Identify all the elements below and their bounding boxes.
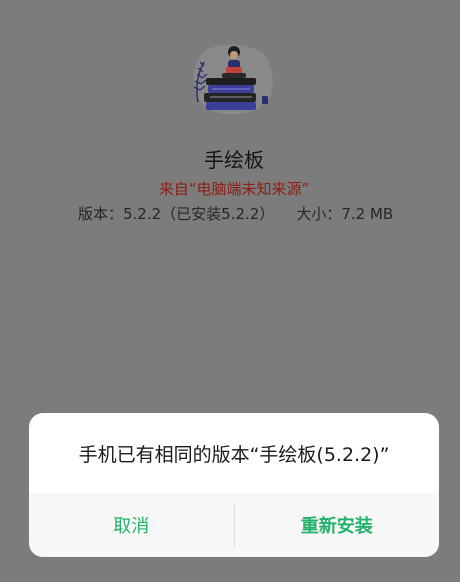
app-name: 手绘板 — [204, 148, 264, 172]
same-version-dialog: 手机已有相同的版本“手绘板(5.2.2)” 取消 重新安装 — [29, 413, 439, 557]
size-text: 大小：7.2 MB — [296, 205, 394, 223]
install-screen: 手绘板 来自“电脑端未知来源” 版本：5.2.2（已安装5.2.2） 大小：7.2… — [0, 0, 460, 582]
cancel-button[interactable]: 取消 — [29, 493, 234, 557]
books-illustration-icon — [193, 44, 273, 115]
version-text: 版本：5.2.2（已安装5.2.2） — [78, 205, 275, 223]
dialog-button-bar: 取消 重新安装 — [29, 493, 439, 557]
reinstall-button[interactable]: 重新安装 — [235, 493, 440, 557]
app-meta: 版本：5.2.2（已安装5.2.2） 大小：7.2 MB — [78, 203, 393, 224]
app-source: 来自“电脑端未知来源” — [158, 180, 310, 198]
app-icon — [186, 40, 278, 118]
dialog-message: 手机已有相同的版本“手绘板(5.2.2)” — [78, 443, 390, 466]
